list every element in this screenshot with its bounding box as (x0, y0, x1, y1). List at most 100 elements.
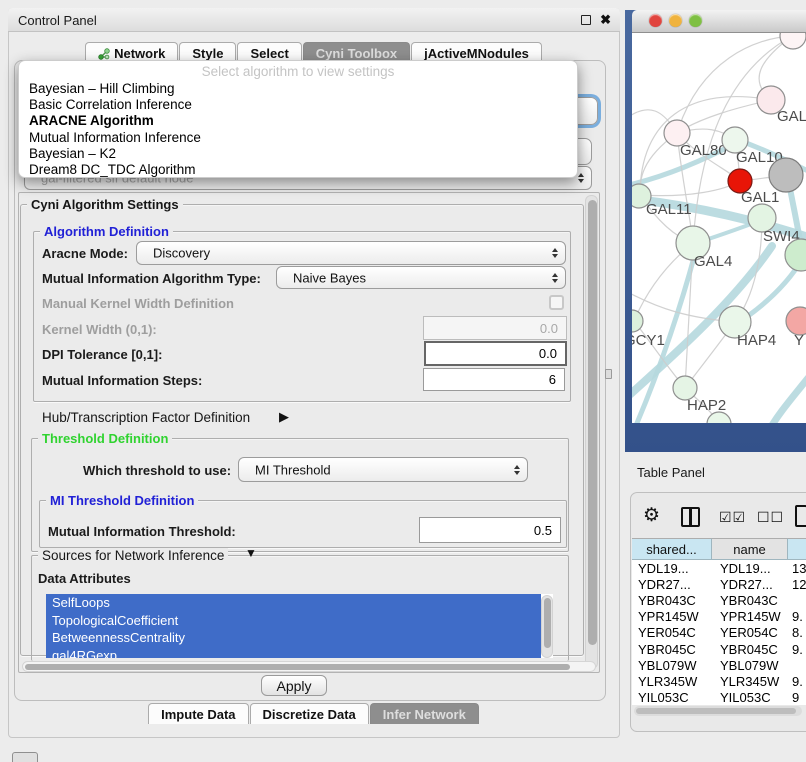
network-node-label: GAL80 (680, 142, 727, 159)
aracne-mode-value: Discovery (153, 246, 210, 261)
close-icon[interactable]: ✖ (600, 12, 611, 28)
algorithm-dropdown-item[interactable]: Dream8 DC_TDC Algorithm (19, 162, 577, 178)
splitpane-handle[interactable] (605, 369, 612, 379)
dpi-tolerance-input[interactable]: 0.0 (424, 341, 567, 366)
cell-shared-name: YIL053C (632, 690, 712, 705)
data-attributes-label: Data Attributes (38, 571, 131, 586)
mi-threshold-definition-title: MI Threshold Definition (46, 493, 198, 508)
network-node-label: HAP4 (737, 332, 776, 349)
table-header: shared... name (632, 538, 806, 560)
cell-name: YER054C (712, 625, 788, 640)
network-graph[interactable]: GALGAL80GAL10GAL1GAL11SWI4GAL4GCY1HAP4YH… (632, 33, 806, 423)
mi-type-select[interactable]: Naive Bayes (276, 266, 566, 289)
network-node[interactable] (780, 33, 806, 49)
stepper-icon (552, 248, 558, 258)
table-row[interactable]: YBL079W YBL079W (632, 657, 806, 673)
aracne-mode-select[interactable]: Discovery (136, 241, 566, 265)
table-row[interactable]: YDL19... YDL19... 13 (632, 560, 806, 576)
cell-value: 13 (788, 561, 806, 576)
apply-button[interactable]: Apply (261, 675, 327, 696)
float-window-icon[interactable] (581, 15, 591, 25)
bottom-tab[interactable]: Infer Network (370, 703, 479, 724)
table-row[interactable]: YPR145W YPR145W 9. (632, 609, 806, 625)
network-window-titlebar[interactable] (632, 10, 806, 33)
data-attributes-list[interactable]: SelfLoops TopologicalCoefficient Between… (46, 594, 553, 658)
window-close-button[interactable] (649, 14, 662, 27)
attribute-list-item[interactable]: BetweennessCentrality (46, 629, 541, 647)
tab-label: Infer Network (383, 707, 466, 722)
table-row[interactable]: YER054C YER054C 8. (632, 625, 806, 641)
network-view-window: GALGAL80GAL10GAL1GAL11SWI4GAL4GCY1HAP4YH… (625, 10, 806, 452)
table-row[interactable]: YBR043C YBR043C (632, 592, 806, 608)
bottom-tab[interactable]: Impute Data (148, 703, 248, 724)
algorithm-dropdown-list: Bayesian – Hill Climbing Basic Correlati… (19, 81, 577, 178)
column-header-shared[interactable]: shared... (632, 538, 712, 560)
sources-title: Sources for Network Inference (38, 548, 228, 563)
manual-kernel-label: Manual Kernel Width Definition (42, 296, 234, 311)
cell-shared-name: YDR27... (632, 577, 712, 592)
algorithm-dropdown-item[interactable]: Basic Correlation Inference (19, 97, 577, 113)
cell-name: YBR045C (712, 642, 788, 657)
column-header-name[interactable]: name (712, 538, 788, 560)
mi-type-value: Naive Bayes (293, 270, 366, 285)
algorithm-dropdown-placeholder: Select algorithm to view settings (19, 64, 577, 79)
network-node-label: GAL11 (646, 201, 692, 218)
network-node-label: Y (794, 332, 804, 349)
gear-icon[interactable]: ⚙ (643, 504, 660, 527)
window-minimize-button[interactable] (669, 14, 682, 27)
tab-label: Discretize Data (263, 707, 356, 722)
column-header-value[interactable] (788, 538, 806, 560)
settings-vertical-scrollbar[interactable] (585, 195, 598, 669)
table-horizontal-scrollbar[interactable] (634, 706, 802, 716)
stepper-icon (514, 465, 520, 475)
add-column-icon[interactable] (795, 505, 806, 527)
manual-kernel-checkbox[interactable] (549, 295, 564, 310)
collapse-arrow-icon[interactable]: ▶ (279, 409, 289, 425)
bottom-tab[interactable]: Discretize Data (250, 703, 369, 724)
threshold-definition-title: Threshold Definition (38, 431, 172, 446)
algorithm-dropdown-item[interactable]: ARACNE Algorithm (19, 113, 577, 129)
network-node[interactable] (632, 310, 643, 332)
network-node-label: GAL (777, 108, 806, 125)
tab-label: Select (250, 46, 288, 61)
network-edge[interactable] (768, 378, 806, 423)
cell-value: 12 (788, 577, 806, 592)
split-view-icon[interactable] (681, 507, 700, 527)
table-row[interactable]: YBR045C YBR045C 9. (632, 641, 806, 657)
bottom-tab-bar: Impute Data Discretize Data Infer Networ… (8, 703, 620, 725)
control-panel-titlebar: Control Panel ✖ (8, 8, 620, 32)
algorithm-dropdown-popup: Select algorithm to view settings Bayesi… (18, 60, 578, 178)
kernel-width-input[interactable]: 0.0 (423, 316, 567, 340)
attribute-list-item[interactable]: TopologicalCoefficient (46, 612, 541, 630)
algorithm-definition-title: Algorithm Definition (40, 224, 173, 239)
cell-shared-name: YLR345W (632, 674, 712, 689)
table-row[interactable]: YIL053C YIL053C 9 (632, 690, 806, 706)
mi-steps-input[interactable]: 6 (423, 368, 565, 391)
network-edge[interactable] (640, 181, 740, 196)
attribute-list-item[interactable]: gal4RGexp (46, 647, 541, 659)
network-node[interactable] (769, 158, 803, 192)
network-node-label: GAL1 (741, 189, 779, 206)
algorithm-dropdown-item[interactable]: Bayesian – Hill Climbing (19, 81, 577, 97)
mi-steps-value: 6 (549, 372, 556, 387)
network-node[interactable] (786, 307, 806, 335)
expand-arrow-icon[interactable]: ▼ (245, 546, 257, 560)
attribute-list-item[interactable]: SelfLoops (46, 594, 541, 612)
cell-shared-name: YER054C (632, 625, 712, 640)
which-threshold-select[interactable]: MI Threshold (238, 457, 528, 482)
kernel-width-value: 0.0 (540, 321, 558, 336)
table-row[interactable]: YDR27... YDR27... 12 (632, 576, 806, 592)
algorithm-dropdown-item[interactable]: Bayesian – K2 (19, 146, 577, 162)
stepper-icon (552, 273, 558, 283)
table-row[interactable]: YLR345W YLR345W 9. (632, 673, 806, 689)
select-all-icon[interactable]: ☑☑ (719, 509, 746, 526)
window-zoom-button[interactable] (689, 14, 702, 27)
algorithm-dropdown-item[interactable]: Mutual Information Inference (19, 130, 577, 146)
dpi-tolerance-value: 0.0 (539, 346, 557, 361)
attribute-list-scrollbar[interactable] (541, 595, 553, 658)
deselect-all-icon[interactable]: ☐☐ (757, 509, 784, 526)
partial-panel-icon (12, 752, 38, 762)
network-canvas[interactable]: GALGAL80GAL10GAL1GAL11SWI4GAL4GCY1HAP4YH… (632, 33, 806, 423)
settings-horizontal-scrollbar[interactable] (22, 661, 596, 672)
mi-threshold-input[interactable]: 0.5 (419, 517, 561, 543)
